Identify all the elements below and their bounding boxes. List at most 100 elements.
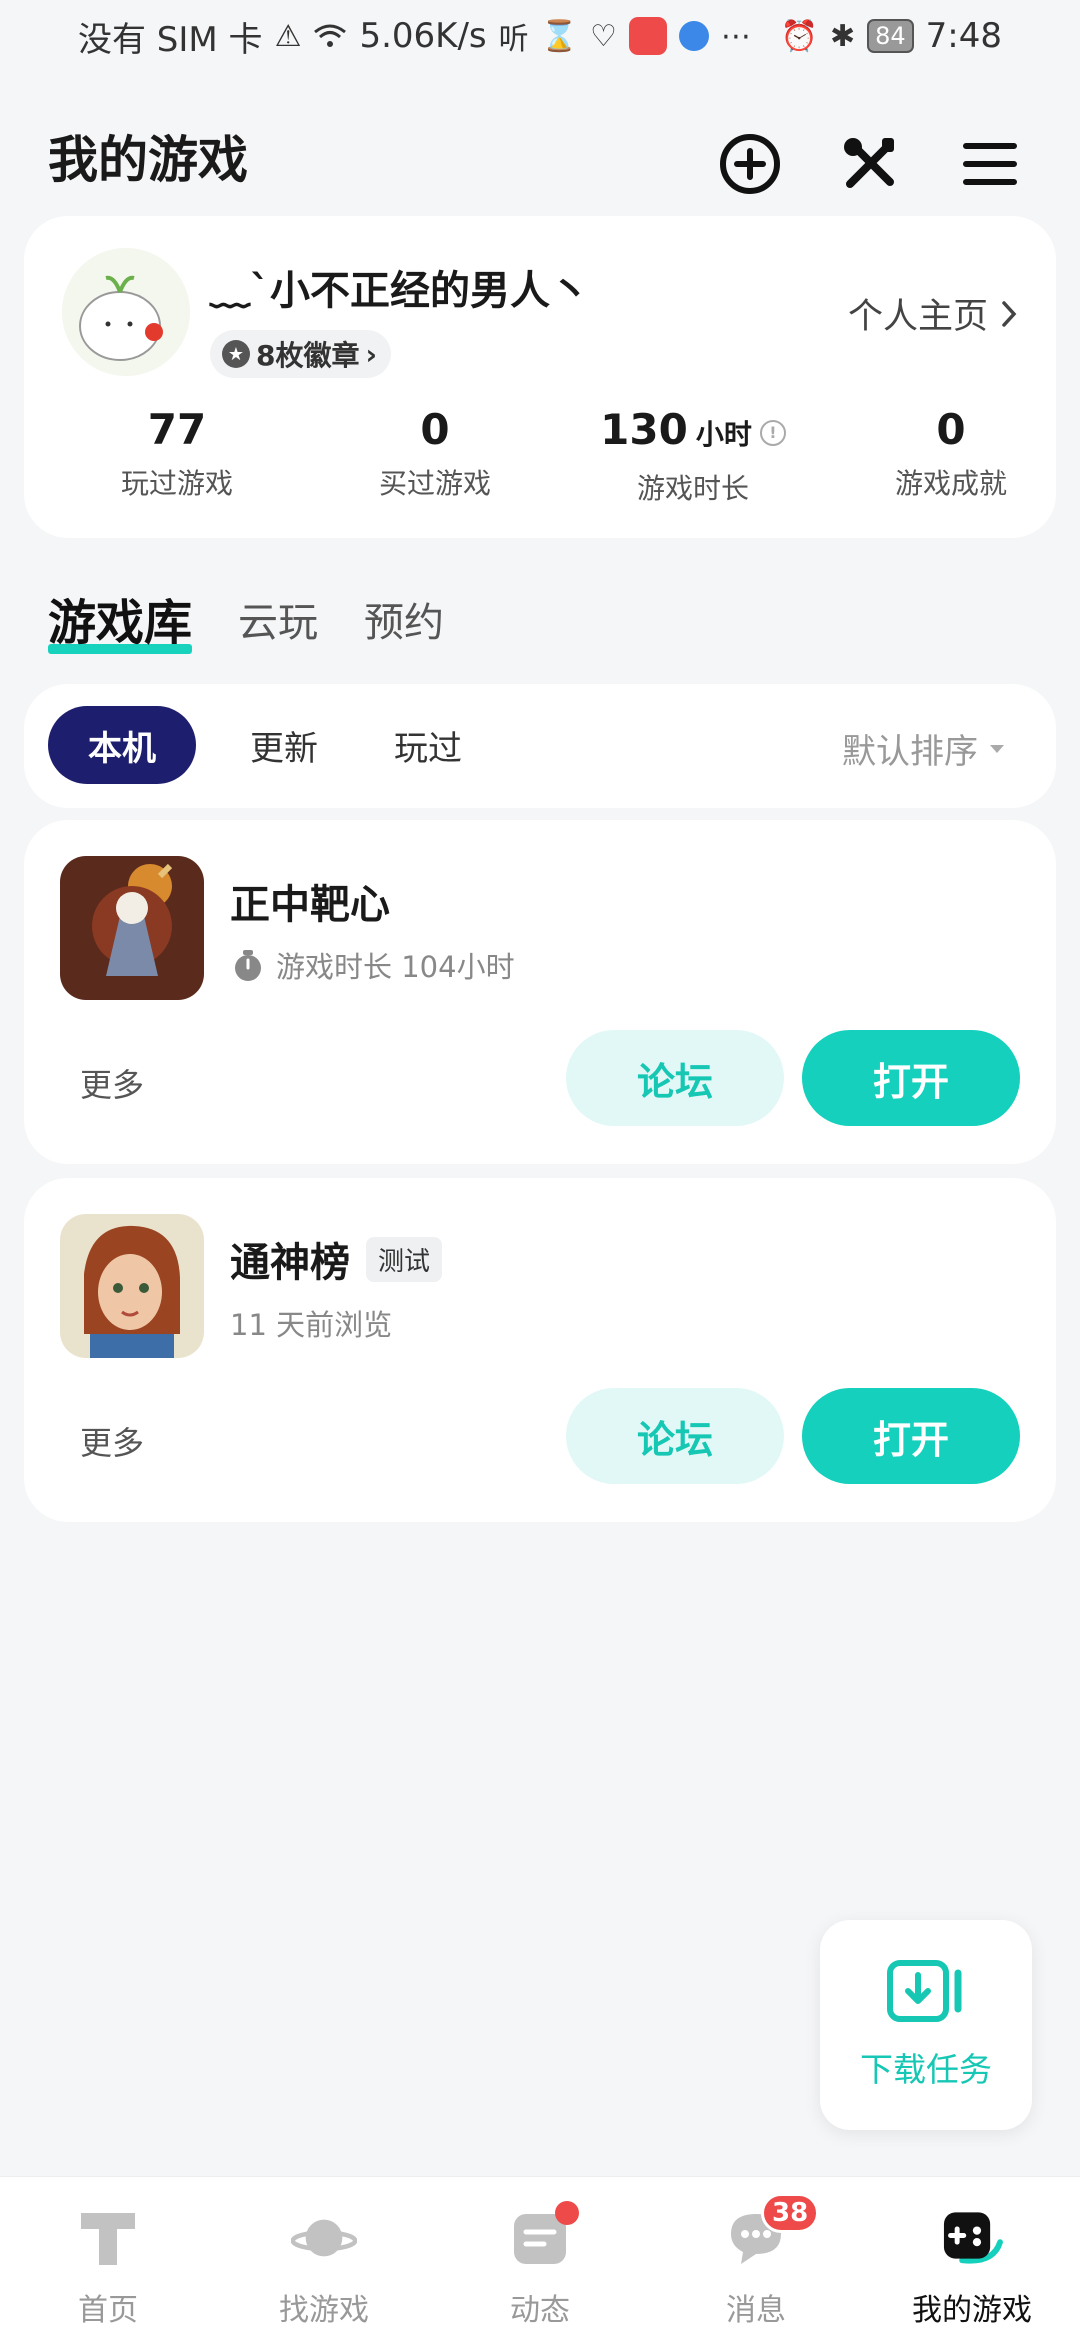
tab-cloud-play[interactable]: 云玩 <box>238 588 318 658</box>
game-name[interactable]: 正中靶心 <box>230 872 390 930</box>
stopwatch-icon <box>235 950 261 981</box>
planet-icon <box>291 2205 357 2271</box>
status-bar: 没有 SIM 卡 ⚠ 5.06K/s 听 ⌛ ♡ ⋯ ⏰ ✱ 84 7:48 <box>0 0 1080 72</box>
hamburger-icon <box>963 143 1017 185</box>
stat-play-time[interactable]: 130 小时 ! 游戏时长 <box>564 402 822 507</box>
sim-alert-icon: ⚠ <box>274 18 302 54</box>
nav-messages[interactable]: 38 消息 <box>648 2177 864 2340</box>
chevron-right-icon <box>1002 300 1017 327</box>
download-tasks-button[interactable]: 下载任务 <box>820 1920 1032 2130</box>
bottom-nav: 首页 找游戏 动态 38 消息 我的游戏 <box>0 2176 1080 2340</box>
homepage-link[interactable]: 个人主页 <box>848 288 1018 339</box>
caret-down-icon <box>990 744 1004 753</box>
network-speed: 5.06K/s <box>359 16 487 56</box>
game-card: 正中靶心 游戏时长 104小时 更多 论坛 打开 <box>24 820 1056 1164</box>
hourglass-icon: ⌛ <box>540 18 578 54</box>
stat-value: 0 <box>936 405 966 454</box>
avatar[interactable] <box>62 248 190 376</box>
stat-value: 77 <box>147 405 207 454</box>
game-icon[interactable] <box>60 1214 204 1358</box>
more-button[interactable]: 更多 <box>80 1060 144 1106</box>
badges-count: 8枚徽章 <box>256 339 360 372</box>
tab-label: 游戏库 <box>48 595 193 651</box>
bluetooth-icon: ✱ <box>829 18 856 54</box>
tab-reservations[interactable]: 预约 <box>364 588 444 658</box>
notification-dot <box>555 2201 579 2225</box>
tools-button[interactable] <box>838 132 902 196</box>
battery-icon: 84 <box>867 19 914 53</box>
nav-label: 找游戏 <box>279 2293 369 2328</box>
home-icon <box>75 2205 141 2271</box>
status-right: ⏰ ✱ 84 7:48 <box>781 16 1002 56</box>
stat-value-row: 130 小时 ! <box>564 402 822 463</box>
wifi-icon <box>313 22 347 50</box>
game-icon[interactable] <box>60 856 204 1000</box>
open-button[interactable]: 打开 <box>802 1388 1020 1484</box>
filter-played[interactable]: 玩过 <box>354 706 502 784</box>
stat-label: 玩过游戏 <box>120 467 233 500</box>
stat-played-games[interactable]: 77 玩过游戏 <box>48 402 306 502</box>
add-game-button[interactable] <box>718 132 782 196</box>
info-icon[interactable]: ! <box>759 419 786 446</box>
game-subtitle: 游戏时长 104小时 <box>230 944 515 986</box>
clock: 7:48 <box>925 16 1002 56</box>
feed-icon <box>507 2201 579 2271</box>
game-subtitle: 11 天前浏览 <box>230 1308 393 1342</box>
stat-achievements[interactable]: 0 游戏成就 <box>822 402 1080 502</box>
stat-label: 游戏时长 <box>636 472 749 505</box>
test-tag: 测试 <box>366 1236 443 1282</box>
sort-dropdown[interactable]: 默认排序 <box>842 724 1006 773</box>
nav-label: 动态 <box>510 2293 570 2328</box>
download-icon <box>887 1960 962 2022</box>
sort-label: 默认排序 <box>842 732 978 772</box>
stat-bought-games[interactable]: 0 买过游戏 <box>306 402 564 502</box>
chat-icon: 38 <box>723 2193 820 2271</box>
homepage-label: 个人主页 <box>847 297 988 337</box>
page-header: 我的游戏 <box>0 110 1080 210</box>
game-artwork <box>60 1214 204 1358</box>
nav-find-games[interactable]: 找游戏 <box>216 2177 432 2340</box>
gamepad-icon <box>939 2205 1005 2271</box>
stat-label: 买过游戏 <box>378 467 491 500</box>
forum-button[interactable]: 论坛 <box>566 1388 784 1484</box>
page-title: 我的游戏 <box>48 131 248 189</box>
filter-updates[interactable]: 更新 <box>210 706 358 784</box>
unread-badge: 38 <box>761 2193 820 2233</box>
game-artwork <box>60 856 204 1000</box>
avatar-illustration <box>62 248 190 376</box>
globe-icon <box>678 21 709 51</box>
nav-feed[interactable]: 动态 <box>432 2177 648 2340</box>
badges-chip[interactable]: ★ 8枚徽章 › <box>210 330 392 378</box>
stat-value: 130 <box>600 405 688 454</box>
game-title: 正中靶心 <box>230 882 390 928</box>
menu-button[interactable] <box>958 132 1022 196</box>
game-name[interactable]: 通神榜 测试 <box>230 1230 443 1288</box>
more-button[interactable]: 更多 <box>80 1418 144 1464</box>
library-tabs: 游戏库 云玩 预约 <box>48 578 444 658</box>
more-icon: ⋯ <box>720 18 751 54</box>
game-card: 通神榜 测试 11 天前浏览 更多 论坛 打开 <box>24 1178 1056 1522</box>
nav-label: 我的游戏 <box>912 2293 1032 2328</box>
nickname[interactable]: ﹏ˋ小不正经的男人丶 <box>210 258 590 316</box>
status-left: 没有 SIM 卡 ⚠ 5.06K/s 听 ⌛ ♡ ⋯ <box>78 12 751 61</box>
tab-library[interactable]: 游戏库 <box>48 588 193 658</box>
carrier-text: 没有 SIM 卡 <box>78 19 263 60</box>
alarm-icon: ⏰ <box>780 18 818 54</box>
forum-button[interactable]: 论坛 <box>566 1030 784 1126</box>
download-tasks-label: 下载任务 <box>860 2050 992 2089</box>
plus-circle-icon <box>720 134 780 194</box>
app-icon <box>628 17 667 55</box>
nav-home[interactable]: 首页 <box>0 2177 216 2340</box>
filter-local[interactable]: 本机 <box>48 706 196 784</box>
nav-label: 首页 <box>78 2293 138 2328</box>
filter-bar: 本机 更新 玩过 默认排序 <box>24 684 1056 808</box>
game-title: 通神榜 <box>230 1240 350 1286</box>
listen-icon: 听 <box>498 22 529 57</box>
nav-label: 消息 <box>726 2293 786 2328</box>
open-button[interactable]: 打开 <box>802 1030 1020 1126</box>
profile-card: ﹏ˋ小不正经的男人丶 ★ 8枚徽章 › 个人主页 77 玩过游戏 0 买过游戏 … <box>24 216 1056 538</box>
heart-icon: ♡ <box>590 18 617 54</box>
stat-value: 0 <box>420 405 450 454</box>
nav-my-games[interactable]: 我的游戏 <box>864 2177 1080 2340</box>
stat-label: 游戏成就 <box>894 467 1007 500</box>
